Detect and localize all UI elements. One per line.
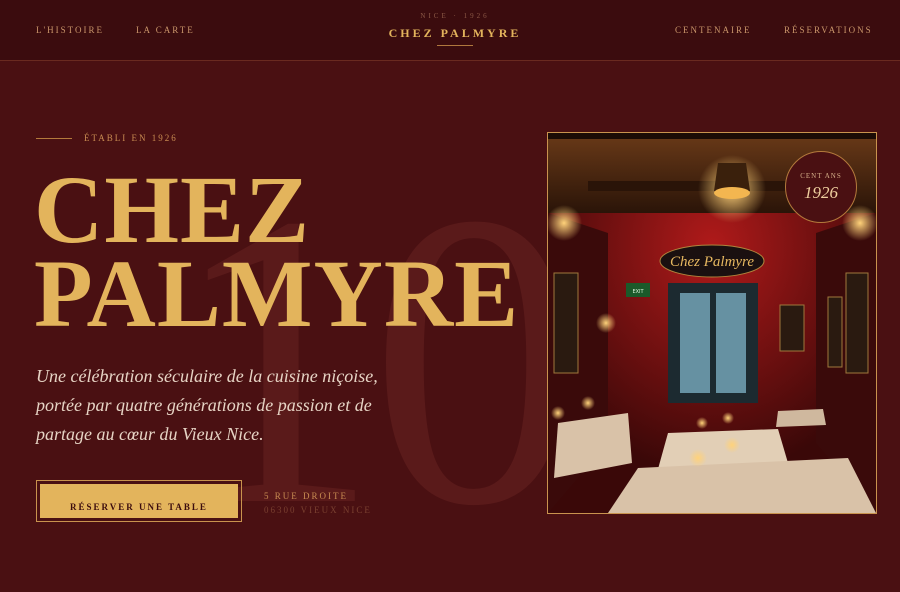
- photo-sign-text: Chez Palmyre: [670, 254, 754, 270]
- hero-title: CHEZ PALMYRE: [34, 162, 520, 347]
- brand-subtitle: NICE · 1926: [420, 12, 490, 20]
- nav-link-reservations[interactable]: RÉSERVATIONS: [784, 25, 873, 35]
- reserve-table-button[interactable]: RÉSERVER UNE TABLE: [40, 484, 238, 518]
- badge-year: 1926: [804, 183, 838, 202]
- address-block: 5 RUE DROITE 06300 VIEUX NICE: [264, 491, 372, 515]
- hero-tagline: Une célébration séculaire de la cuisine …: [36, 366, 378, 444]
- established-text: ÉTABLI EN 1926: [84, 133, 178, 143]
- nav-link-centenaire[interactable]: CENTENAIRE: [675, 25, 752, 35]
- hero-title-line-2: PALMYRE: [34, 240, 520, 347]
- photo-exit-sign: EXIT: [632, 289, 644, 295]
- brand-underline: [437, 45, 473, 46]
- established-rule: [36, 138, 72, 139]
- top-navigation-bar: L'HISTOIRE LA CARTE NICE · 1926 CHEZ PAL…: [0, 0, 900, 61]
- brand-name: CHEZ PALMYRE: [388, 26, 522, 40]
- badge-label: CENT ANS: [800, 172, 842, 180]
- reserve-button-frame: RÉSERVER UNE TABLE: [36, 480, 242, 522]
- address-line-2: 06300 VIEUX NICE: [264, 505, 372, 515]
- nav-link-la-carte[interactable]: LA CARTE: [136, 25, 195, 35]
- brand-logo[interactable]: NICE · 1926 CHEZ PALMYRE: [370, 12, 540, 46]
- address-line-1: 5 RUE DROITE: [264, 491, 348, 501]
- centenary-badge: CENT ANS 1926: [785, 151, 857, 223]
- nav-link-histoire[interactable]: L'HISTOIRE: [36, 25, 104, 35]
